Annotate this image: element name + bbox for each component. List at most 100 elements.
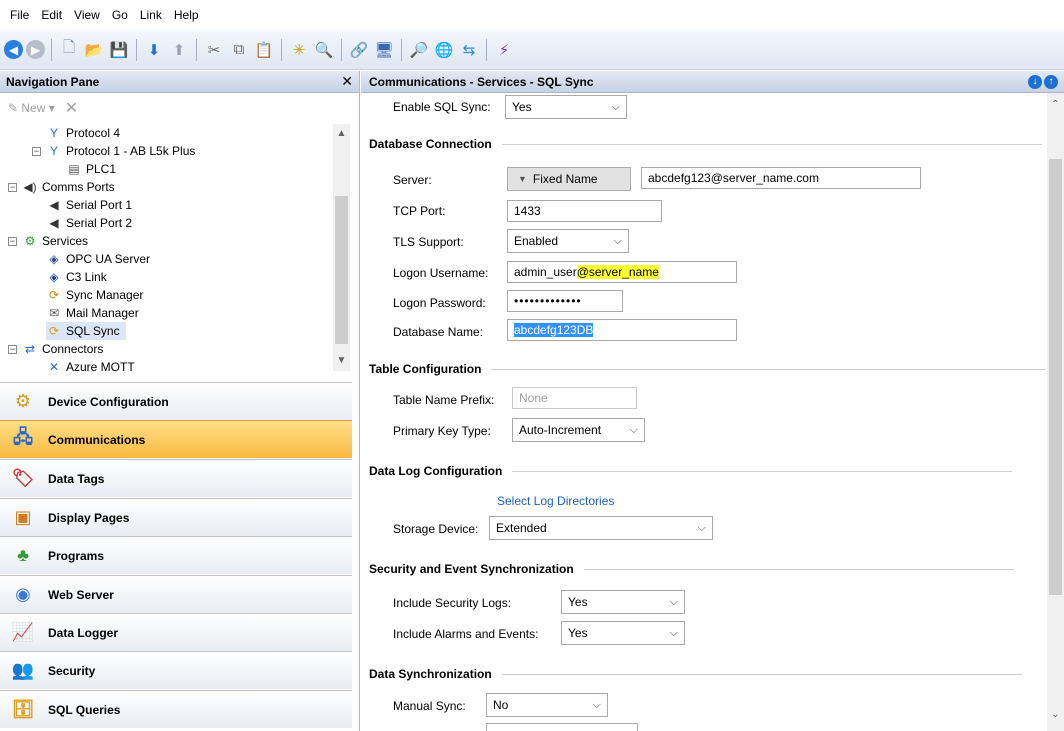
divider bbox=[501, 673, 1022, 675]
nav-security[interactable]: 👥 Security bbox=[0, 651, 352, 689]
nav-data-tags[interactable]: 🏷 Data Tags bbox=[0, 459, 352, 497]
nav-data-logger[interactable]: 📈 Data Logger bbox=[0, 613, 352, 651]
primary-key-type-select[interactable]: Auto-Increment ⌵ bbox=[512, 418, 645, 442]
nav-tree[interactable]: Y Protocol 4 − Y Protocol 1 - AB L5k Plus ▤… bbox=[0, 124, 352, 371]
server-input[interactable]: abcdefg123@server_name.com bbox=[641, 167, 921, 189]
nav-communications[interactable]: 🖧 Communications bbox=[0, 420, 352, 458]
arrow-down-icon[interactable]: ↓ bbox=[1028, 74, 1042, 89]
nav-display-pages[interactable]: ▣ Display Pages bbox=[0, 498, 352, 536]
include-alarms-events-label: Include Alarms and Events: bbox=[393, 627, 539, 641]
menu-go[interactable]: Go bbox=[106, 8, 134, 22]
tree-item-connectors[interactable]: − ⇄ Connectors bbox=[8, 340, 103, 358]
new-file-icon[interactable]: 🗋 bbox=[58, 39, 80, 61]
enable-sql-sync-label: Enable SQL Sync: bbox=[393, 100, 491, 114]
scroll-up-icon[interactable]: ▲ bbox=[333, 126, 350, 142]
tree-item-label: Connectors bbox=[42, 342, 104, 356]
tree-item-label: PLC1 bbox=[86, 162, 117, 176]
collapse-icon[interactable]: − bbox=[8, 182, 17, 192]
tree-item-protocol-4[interactable]: Y Protocol 4 bbox=[46, 124, 120, 142]
forward-icon[interactable]: ▶ bbox=[26, 40, 45, 59]
tree-item-sync-manager[interactable]: ⟳ Sync Manager bbox=[46, 286, 143, 304]
include-security-logs-select[interactable]: Yes ⌵ bbox=[561, 590, 685, 614]
collapse-icon[interactable]: − bbox=[8, 236, 17, 246]
menu-file[interactable]: File bbox=[4, 8, 35, 22]
web-icon[interactable]: 🌐 bbox=[433, 39, 455, 61]
tree-item-c3-link[interactable]: ◈ C3 Link bbox=[46, 268, 106, 286]
manual-sync-select[interactable]: No ⌵ bbox=[486, 693, 608, 717]
find-icon[interactable]: 🔍 bbox=[313, 39, 335, 61]
next-field-input[interactable] bbox=[486, 723, 638, 731]
scrollbar-thumb[interactable] bbox=[335, 196, 348, 344]
include-alarms-events-select[interactable]: Yes ⌵ bbox=[561, 621, 685, 645]
scroll-up-icon[interactable]: ⌃ bbox=[1047, 97, 1064, 113]
tree-item-comms-ports[interactable]: − ◀) Comms Ports bbox=[8, 178, 115, 196]
back-icon[interactable]: ◀ bbox=[4, 40, 23, 59]
link-icon[interactable]: 🔗 bbox=[348, 39, 370, 61]
logon-password-input[interactable]: ••••••••••••• bbox=[507, 290, 623, 312]
tree-item-serial-port-2[interactable]: ◀ Serial Port 2 bbox=[46, 214, 132, 232]
section-title: Data Log Configuration bbox=[369, 464, 503, 478]
serial-port-icon: ◀ bbox=[49, 216, 59, 230]
menu-view[interactable]: View bbox=[68, 8, 106, 22]
server-label: Server: bbox=[393, 173, 432, 187]
section-title: Database Connection bbox=[369, 137, 492, 151]
logon-username-input[interactable]: admin_user @server_name bbox=[507, 261, 737, 283]
tls-support-select[interactable]: Enabled ⌵ bbox=[507, 229, 629, 253]
scrollbar-thumb[interactable] bbox=[1049, 159, 1062, 595]
paste-icon[interactable]: 📋 bbox=[253, 39, 275, 61]
delete-icon[interactable]: ✕ bbox=[65, 98, 78, 118]
section-title: Security and Event Synchronization bbox=[369, 562, 574, 576]
content-scrollbar[interactable]: ⌃ ⌄ bbox=[1047, 93, 1064, 731]
fixed-name-label: Fixed Name bbox=[532, 172, 598, 186]
menu-edit[interactable]: Edit bbox=[35, 8, 68, 22]
collapse-icon[interactable]: − bbox=[32, 146, 41, 156]
toolbar-separator bbox=[486, 38, 487, 61]
table-name-prefix-input[interactable]: None bbox=[512, 387, 637, 409]
chevron-down-icon: ⌵ bbox=[629, 423, 638, 436]
scroll-down-icon[interactable]: ⌄ bbox=[1047, 707, 1064, 723]
tree-item-label: Protocol 1 - AB L5k Plus bbox=[66, 144, 196, 158]
sync-manager-icon: ⟳ bbox=[48, 288, 60, 302]
nav-device-configuration[interactable]: ⚙ Device Configuration bbox=[0, 382, 352, 420]
fixed-name-button[interactable]: ▼ Fixed Name bbox=[507, 167, 631, 191]
nav-tree-scrollbar[interactable]: ▲ ▼ bbox=[333, 124, 350, 371]
enable-sql-sync-select[interactable]: Yes ⌵ bbox=[505, 95, 627, 119]
collapse-icon[interactable]: − bbox=[8, 344, 17, 354]
select-value: Yes bbox=[568, 626, 588, 640]
select-log-directories-link[interactable]: Select Log Directories bbox=[497, 494, 614, 508]
wizard-icon[interactable]: ✳ bbox=[288, 39, 310, 61]
nav-sql-queries[interactable]: 🗄 SQL Queries bbox=[0, 690, 352, 728]
copy-icon[interactable]: ⧉ bbox=[228, 39, 250, 61]
scroll-down-icon[interactable]: ▼ bbox=[333, 353, 350, 369]
arrow-up-icon[interactable]: ↑ bbox=[1044, 74, 1058, 89]
cut-icon[interactable]: ✂ bbox=[203, 39, 225, 61]
open-folder-icon[interactable]: 📂 bbox=[83, 39, 105, 61]
nav-programs[interactable]: ♣ Programs bbox=[0, 536, 352, 574]
save-icon[interactable]: 💾 bbox=[108, 39, 130, 61]
page-title: Communications - Services - SQL Sync bbox=[369, 74, 594, 89]
tree-item-opc-ua-server[interactable]: ◈ OPC UA Server bbox=[46, 250, 150, 268]
menu-help[interactable]: Help bbox=[168, 8, 205, 22]
tree-item-azure-mqtt[interactable]: ✕ Azure MQTT bbox=[46, 358, 135, 371]
tree-item-services[interactable]: − ⚙ Services bbox=[8, 232, 88, 250]
new-button[interactable]: ✎ New ▾ bbox=[8, 101, 55, 115]
database-name-input[interactable]: abcdefg123DB bbox=[507, 319, 737, 341]
menu-link[interactable]: Link bbox=[134, 8, 168, 22]
tcp-port-input[interactable]: 1433 bbox=[507, 200, 662, 222]
tree-item-serial-port-1[interactable]: ◀ Serial Port 1 bbox=[46, 196, 132, 214]
search-icon[interactable]: 🔎 bbox=[408, 39, 430, 61]
storage-device-select[interactable]: Extended ⌵ bbox=[489, 516, 713, 540]
tree-item-sql-sync[interactable]: ⟳ SQL Sync bbox=[46, 322, 126, 340]
upload-icon[interactable]: ⬆ bbox=[168, 39, 190, 61]
lightning-icon[interactable]: ⚡ bbox=[493, 39, 515, 61]
tree-item-protocol-1[interactable]: − Y Protocol 1 - AB L5k Plus bbox=[32, 142, 195, 160]
tree-item-mail-manager[interactable]: ✉ Mail Manager bbox=[46, 304, 139, 322]
close-icon[interactable]: ✕ bbox=[341, 73, 353, 90]
tree-item-plc1[interactable]: ▤ PLC1 bbox=[66, 160, 116, 178]
transfer-icon[interactable]: ⇆ bbox=[458, 39, 480, 61]
nav-web-server[interactable]: ◉ Web Server bbox=[0, 575, 352, 613]
logon-username-label: Logon Username: bbox=[393, 266, 489, 280]
include-security-logs-label: Include Security Logs: bbox=[393, 596, 512, 610]
monitor-icon[interactable]: 🖥 bbox=[373, 39, 395, 61]
download-icon[interactable]: ⬇ bbox=[143, 39, 165, 61]
